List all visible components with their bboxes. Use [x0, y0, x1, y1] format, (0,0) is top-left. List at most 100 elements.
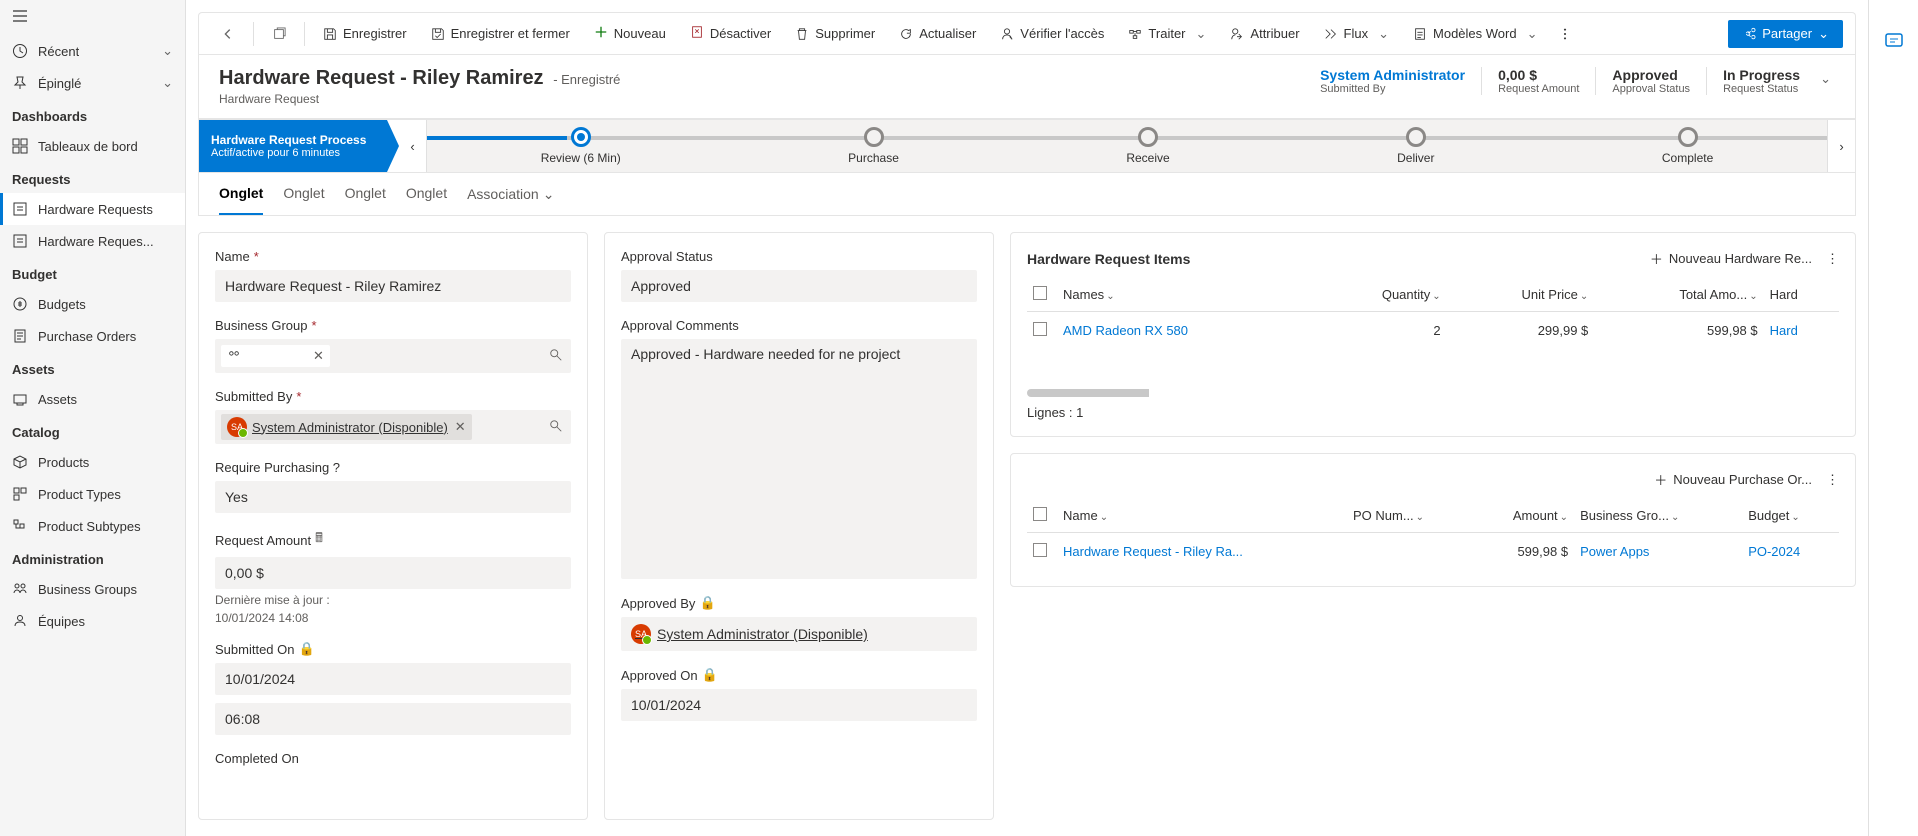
bpf-prev-button[interactable]: ‹: [399, 120, 427, 172]
sidebar-item-assets[interactable]: Assets: [0, 383, 185, 415]
remove-tag-button[interactable]: ✕: [313, 348, 324, 364]
approved-by-field[interactable]: SA System Administrator (Disponible): [621, 617, 977, 651]
deactivate-button[interactable]: Désactiver: [680, 19, 781, 48]
po-bg[interactable]: Power Apps: [1580, 544, 1649, 559]
row-checkbox[interactable]: [1033, 322, 1047, 336]
sidebar-item-budgets[interactable]: Budgets: [0, 288, 185, 320]
col-total[interactable]: Total Amo...⌄: [1594, 278, 1763, 312]
new-button[interactable]: Nouveau: [584, 19, 676, 48]
sidebar-item-hardware-requests[interactable]: Hardware Requests: [0, 193, 185, 225]
header-field-submitted-by[interactable]: System Administrator Submitted By: [1304, 67, 1481, 95]
item-name[interactable]: AMD Radeon RX 580: [1063, 323, 1188, 338]
tab-3[interactable]: Onglet: [345, 173, 386, 215]
hamburger-icon[interactable]: [12, 8, 28, 24]
sidebar-item-purchase-orders[interactable]: Purchase Orders: [0, 320, 185, 352]
save-close-button[interactable]: Enregistrer et fermer: [421, 20, 580, 47]
row-checkbox[interactable]: [1033, 543, 1047, 557]
submitted-by-field[interactable]: SA System Administrator (Disponible) ✕: [215, 410, 571, 444]
horizontal-scrollbar[interactable]: [1027, 389, 1839, 397]
col-names[interactable]: Names⌄: [1057, 278, 1314, 312]
subgrid-purchase-orders: ＋Nouveau Purchase Or... ⋮ Name⌄ PO Num..…: [1010, 453, 1856, 587]
business-group-field[interactable]: ✕: [215, 339, 571, 373]
hf-val: System Administrator: [1320, 67, 1465, 83]
submitted-on-time-field[interactable]: 06:08: [215, 703, 571, 735]
remove-tag-button[interactable]: ✕: [455, 419, 466, 435]
bpf-stage-complete[interactable]: Complete: [1662, 127, 1713, 165]
bpf-stage-receive[interactable]: Receive: [1126, 127, 1169, 165]
flow-button[interactable]: Flux⌄: [1314, 20, 1399, 48]
stage-label: Complete: [1662, 151, 1713, 165]
process-button[interactable]: Traiter⌄: [1118, 20, 1216, 48]
copilot-icon[interactable]: [1884, 30, 1904, 53]
lookup-search-icon[interactable]: [549, 419, 563, 436]
header-field-status[interactable]: In Progress Request Status: [1706, 67, 1816, 95]
add-po-button[interactable]: ＋Nouveau Purchase Or...: [1654, 470, 1812, 489]
po-name[interactable]: Hardware Request - Riley Ra...: [1063, 544, 1243, 559]
popup-button[interactable]: [262, 21, 296, 47]
sb-assets-label: Assets: [38, 392, 77, 407]
header-field-amount[interactable]: 0,00 $ Request Amount: [1481, 67, 1595, 95]
sidebar-section-budget: Budget: [0, 257, 185, 288]
col-hard[interactable]: Hard: [1764, 278, 1839, 312]
col-po[interactable]: PO Num...⌄: [1347, 499, 1473, 533]
subgrid-more-button[interactable]: ⋮: [1826, 472, 1839, 488]
tab-related[interactable]: Association⌄: [467, 173, 554, 215]
bpf-header[interactable]: Hardware Request Process Actif/active po…: [199, 120, 399, 172]
share-button[interactable]: Partager ⌄: [1728, 20, 1843, 48]
sidebar-item-teams[interactable]: Équipes: [0, 605, 185, 637]
tab-4[interactable]: Onglet: [406, 173, 447, 215]
chevron-down-icon: ⌄: [162, 75, 173, 91]
chevron-down-icon: ⌄: [1818, 26, 1829, 42]
sidebar-item-product-types[interactable]: Product Types: [0, 478, 185, 510]
sb-po-label: Purchase Orders: [38, 329, 136, 344]
sidebar-item-products[interactable]: Products: [0, 446, 185, 478]
header-field-approval[interactable]: Approved Approval Status: [1595, 67, 1706, 95]
col-qty[interactable]: Quantity⌄: [1314, 278, 1447, 312]
col-amount[interactable]: Amount⌄: [1473, 499, 1575, 533]
approval-status-field[interactable]: Approved: [621, 270, 977, 302]
item-hard[interactable]: Hard: [1770, 323, 1798, 338]
delete-button[interactable]: Supprimer: [785, 20, 885, 47]
sidebar-item-business-groups[interactable]: Business Groups: [0, 573, 185, 605]
select-all-checkbox[interactable]: [1033, 507, 1047, 521]
require-purchasing-field[interactable]: Yes: [215, 481, 571, 513]
approval-comments-field[interactable]: Approved - Hardware needed for ne projec…: [621, 339, 977, 579]
table-row[interactable]: Hardware Request - Riley Ra... 599,98 $ …: [1027, 533, 1839, 571]
table-row[interactable]: AMD Radeon RX 580 2 299,99 $ 599,98 $ Ha…: [1027, 312, 1839, 350]
back-button[interactable]: [211, 21, 245, 47]
approved-on-field[interactable]: 10/01/2024: [621, 689, 977, 721]
refresh-button[interactable]: Actualiser: [889, 20, 986, 47]
sidebar-pinned[interactable]: Épinglé ⌄: [0, 67, 185, 99]
header-expand-button[interactable]: ⌄: [1816, 67, 1835, 95]
col-name[interactable]: Name⌄: [1057, 499, 1347, 533]
bpf-stage-purchase[interactable]: Purchase: [848, 127, 899, 165]
bpf-stage-review[interactable]: Review (6 Min): [541, 127, 621, 165]
col-price[interactable]: Unit Price⌄: [1447, 278, 1595, 312]
subgrid-more-button[interactable]: ⋮: [1826, 251, 1839, 267]
col-budget[interactable]: Budget⌄: [1742, 499, 1839, 533]
select-all-checkbox[interactable]: [1033, 286, 1047, 300]
word-templates-button[interactable]: Modèles Word⌄: [1403, 20, 1547, 48]
tab-1[interactable]: Onglet: [219, 173, 263, 215]
hf-val: Approved: [1612, 67, 1690, 83]
tab-2[interactable]: Onglet: [283, 173, 324, 215]
po-budget[interactable]: PO-2024: [1748, 544, 1800, 559]
bpf-next-button[interactable]: ›: [1827, 120, 1855, 172]
add-hardware-item-button[interactable]: ＋Nouveau Hardware Re...: [1650, 249, 1812, 268]
more-commands-button[interactable]: [1552, 21, 1578, 47]
check-access-button[interactable]: Vérifier l'accès: [990, 20, 1114, 47]
sidebar-item-dashboards[interactable]: Tableaux de bord: [0, 130, 185, 162]
submitted-on-date-field[interactable]: 10/01/2024: [215, 663, 571, 695]
assign-button[interactable]: Attribuer: [1220, 20, 1309, 47]
sidebar-item-hardware-requests-2[interactable]: Hardware Reques...: [0, 225, 185, 257]
sidebar-item-product-subtypes[interactable]: Product Subtypes: [0, 510, 185, 542]
request-amount-field[interactable]: 0,00 $: [215, 557, 571, 589]
pin-icon: [12, 75, 28, 91]
lookup-search-icon[interactable]: [549, 348, 563, 365]
name-field[interactable]: Hardware Request - Riley Ramirez: [215, 270, 571, 302]
sb-budgets-label: Budgets: [38, 297, 86, 312]
bpf-stage-deliver[interactable]: Deliver: [1397, 127, 1434, 165]
save-button[interactable]: Enregistrer: [313, 20, 417, 47]
col-bg[interactable]: Business Gro...⌄: [1574, 499, 1742, 533]
sidebar-recent[interactable]: Récent ⌄: [0, 35, 185, 67]
